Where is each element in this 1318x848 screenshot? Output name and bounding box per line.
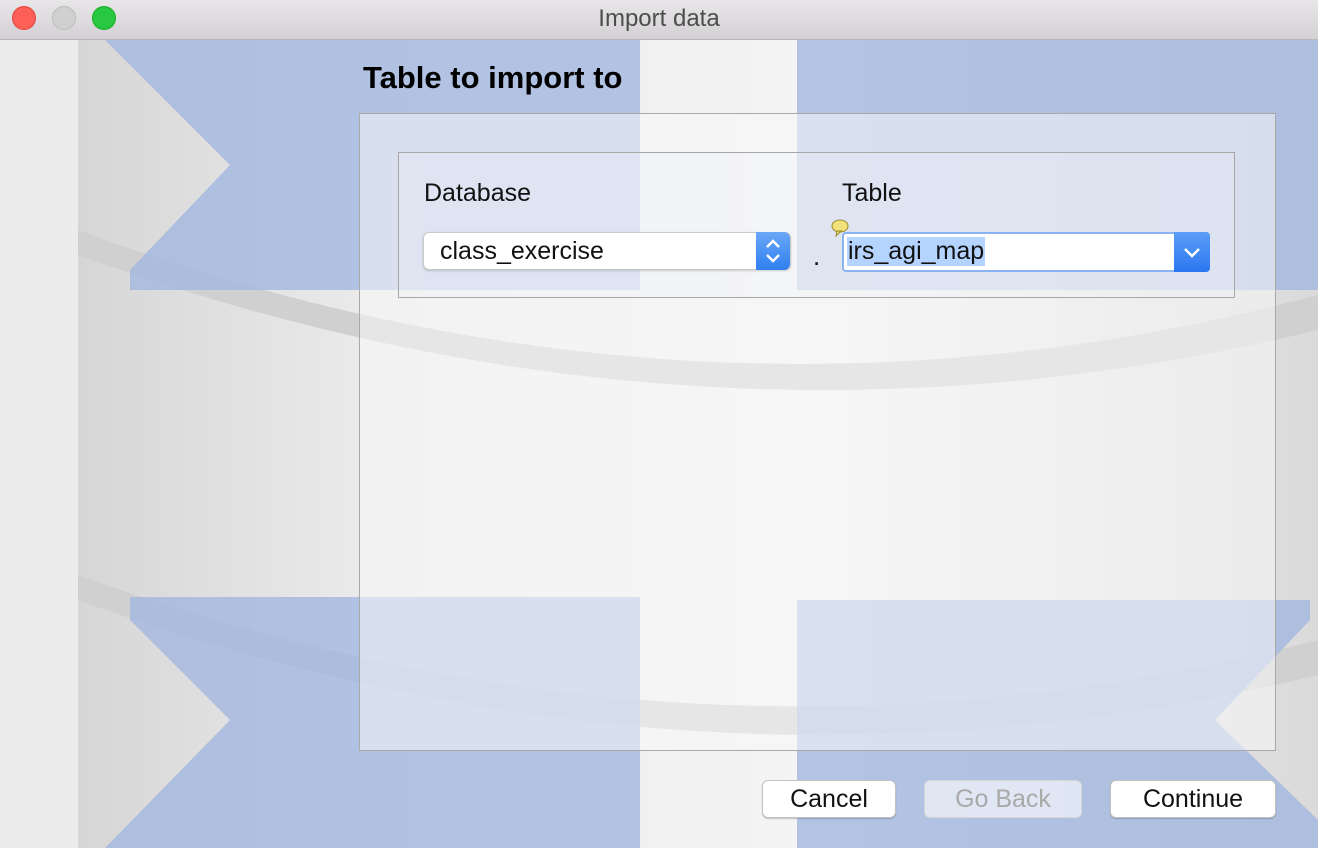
table-combobox[interactable]: irs_agi_map: [842, 232, 1210, 272]
database-select[interactable]: class_exercise: [423, 232, 791, 270]
separator-dot: .: [813, 241, 821, 271]
continue-button[interactable]: Continue: [1110, 780, 1276, 818]
go-back-button[interactable]: Go Back: [924, 780, 1082, 818]
import-panel: Database Table class_exercise . irs_agi_…: [359, 113, 1276, 751]
table-label: Table: [842, 179, 902, 207]
database-select-value: class_exercise: [440, 237, 604, 265]
chevron-down-icon[interactable]: [1174, 232, 1210, 272]
window-title: Import data: [598, 5, 720, 32]
table-combobox-value[interactable]: irs_agi_map: [847, 237, 986, 266]
database-label: Database: [424, 179, 532, 207]
title-bar: Import data: [0, 0, 1318, 40]
cancel-button[interactable]: Cancel: [762, 780, 896, 818]
page-heading: Table to import to: [363, 60, 623, 95]
target-table-group: Database Table class_exercise . irs_agi_…: [398, 152, 1235, 298]
dialog-content: Table to import to Database Table class_…: [0, 40, 1318, 848]
up-down-chevron-icon[interactable]: [756, 232, 790, 270]
